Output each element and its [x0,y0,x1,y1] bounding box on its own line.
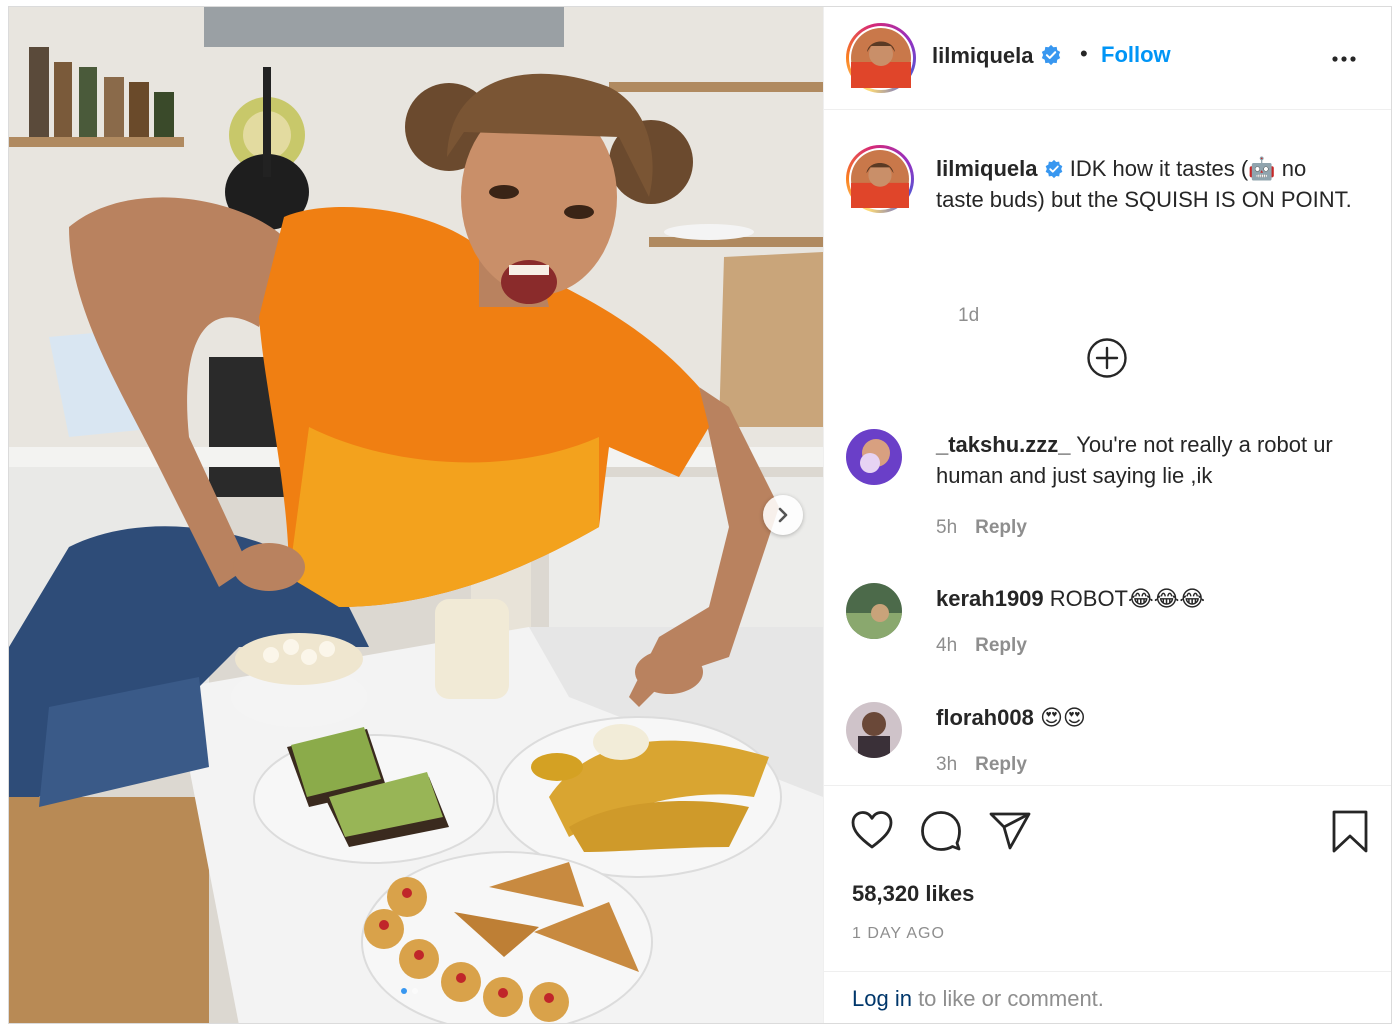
login-link[interactable]: Log in [852,986,912,1011]
post-actions: 58,320 likes 1 DAY AGO [824,785,1391,971]
comment-text: kerah1909 ROBOT😂😂😂 [936,583,1366,614]
post-photo[interactable] [9,7,823,1023]
follow-button[interactable]: Follow [1101,42,1171,68]
login-prompt-text: Log in to like or comment. [852,986,1104,1012]
caption-author-avatar[interactable] [846,145,914,213]
commenter-avatar-image [846,583,902,639]
caption-body-start: IDK how it tastes ( [1063,156,1249,181]
comment-timestamp[interactable]: 5h [936,517,957,538]
author-avatar[interactable] [846,23,916,93]
reply-button[interactable]: Reply [975,517,1027,538]
post-date[interactable]: 1 DAY AGO [852,925,945,943]
likes-count[interactable]: 58,320 likes [852,881,974,907]
comment-text: _takshu.zzz_ You're not really a robot u… [936,429,1366,491]
like-heart-icon[interactable] [850,810,894,850]
comment-meta: 5h Reply [936,517,1027,539]
comment-username[interactable]: kerah1909 [936,586,1044,611]
post-header: lilmiquela • Follow [824,7,1391,110]
caption-timestamp[interactable]: 1d [958,305,979,327]
next-slide-chevron-icon [778,507,788,523]
login-prompt: Log in to like or comment. [824,971,1391,1023]
verified-badge-icon [1045,159,1062,179]
author-username[interactable]: lilmiquela [932,43,1062,69]
comment-body: ROBOT😂😂😂 [1043,586,1206,611]
comment-username[interactable]: _takshu.zzz_ [936,432,1071,457]
carousel-dot-active [401,988,407,994]
comment-text: florah008 😍😍 [936,702,1366,733]
comment-bubble-icon[interactable] [920,810,962,852]
carousel-dot [412,988,418,994]
header-separator: • [1080,41,1088,66]
comment-timestamp[interactable]: 3h [936,754,957,775]
save-bookmark-icon[interactable] [1331,810,1369,854]
commenter-avatar[interactable] [846,702,902,758]
verified-badge-icon [1041,44,1060,66]
comment-username[interactable]: florah008 [936,705,1034,730]
commenter-avatar[interactable] [846,583,902,639]
comment-meta: 4h Reply [936,635,1027,657]
load-more-comments-icon[interactable] [1086,337,1128,379]
comment-meta: 3h Reply [936,754,1027,776]
commenter-avatar-image [846,702,902,758]
post-side-panel: lilmiquela • Follow lilmiquela IDK how i… [823,7,1391,1023]
next-slide-button[interactable] [763,495,803,535]
caption-avatar-image [851,150,909,208]
post-image-illustration [9,7,823,1023]
instagram-post-modal: lilmiquela • Follow lilmiquela IDK how i… [8,6,1392,1024]
comment-timestamp[interactable]: 4h [936,635,957,656]
robot-emoji: 🤖 [1248,156,1276,181]
login-prompt-rest: to like or comment. [911,986,1104,1011]
caption-text: lilmiquela IDK how it tastes (🤖 no taste… [936,153,1356,215]
reply-button[interactable]: Reply [975,635,1027,656]
reply-button[interactable]: Reply [975,754,1027,775]
commenter-avatar[interactable] [846,429,902,485]
comment-body: 😍😍 [1033,705,1086,730]
commenter-avatar-image [846,429,902,485]
more-options-icon[interactable] [1329,47,1359,71]
share-paper-plane-icon[interactable] [988,811,1032,851]
carousel-indicator [401,988,418,994]
caption-username[interactable]: lilmiquela [936,156,1037,181]
author-avatar-image [851,28,911,88]
comments-scroll-area[interactable]: lilmiquela IDK how it tastes (🤖 no taste… [824,111,1391,785]
